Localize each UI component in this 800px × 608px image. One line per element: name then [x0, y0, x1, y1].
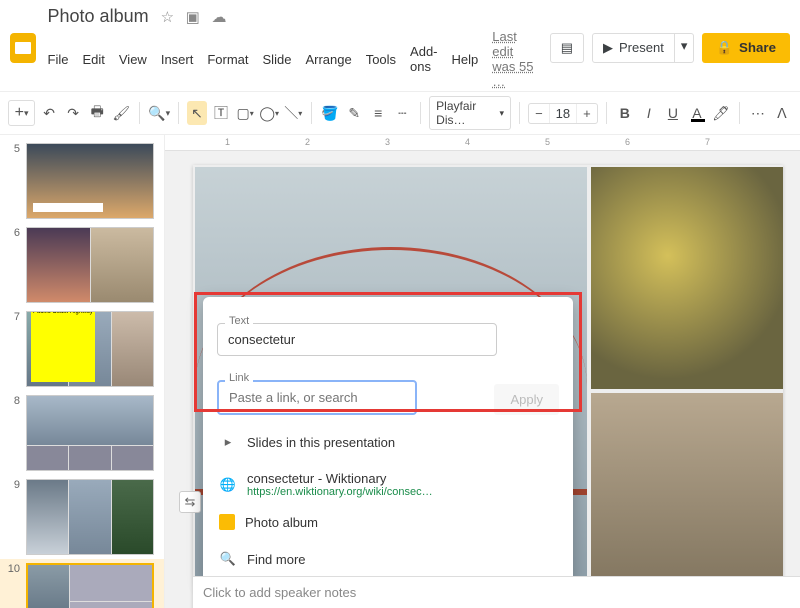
thumb-number: 8	[6, 395, 20, 407]
menu-edit[interactable]: Edit	[82, 52, 104, 67]
star-icon[interactable]: ☆	[161, 9, 174, 26]
bold-button[interactable]: B	[615, 101, 635, 125]
insert-link-dialog: Text Link Apply ▸ Slides in this present…	[203, 297, 573, 582]
present-dropdown[interactable]: ▾	[675, 33, 695, 63]
cloud-icon[interactable]: ☁	[211, 9, 226, 26]
thumb-number: 9	[6, 479, 20, 491]
font-size-value[interactable]: 18	[549, 104, 577, 123]
link-url-input[interactable]	[217, 380, 417, 415]
redo-button[interactable]: ↷	[63, 101, 83, 125]
slides-in-presentation-item[interactable]: ▸ Slides in this presentation	[203, 425, 573, 459]
menu-view[interactable]: View	[119, 52, 147, 67]
comment-icon: ▤	[561, 40, 573, 56]
speaker-notes[interactable]: Click to add speaker notes	[193, 576, 800, 608]
shape-tool[interactable]: ◯▾	[259, 101, 279, 125]
underline-button[interactable]: U	[663, 101, 683, 125]
last-edit-link[interactable]: Last edit was 55 …	[492, 29, 537, 89]
slide-thumb[interactable]	[26, 143, 154, 219]
menu-format[interactable]: Format	[207, 52, 248, 67]
find-more-item[interactable]: 🔍 Find more	[203, 542, 573, 576]
font-select[interactable]: Playfair Dis…▾	[429, 96, 511, 130]
line-tool[interactable]: ＼▾	[283, 101, 303, 125]
slide-thumb[interactable]	[26, 479, 154, 555]
slide-image-topright[interactable]	[591, 167, 783, 389]
text-field-label: Text	[225, 315, 253, 327]
zoom-button[interactable]: 🔍 ▾	[148, 101, 170, 125]
font-size-increase[interactable]: +	[577, 106, 597, 121]
font-size-control[interactable]: − 18 +	[528, 103, 598, 124]
slide-thumb[interactable]	[26, 395, 154, 471]
share-button[interactable]: 🔒Share	[702, 33, 790, 63]
lock-icon: 🔒	[716, 40, 733, 56]
slide-thumb[interactable]: Pacific Coast Highway	[26, 311, 154, 387]
play-icon: ▶	[603, 40, 613, 56]
canvas-area[interactable]: 1 2 3 4 5 6 7 ⇆ Text	[165, 135, 800, 608]
motion-button[interactable]: ⇆	[179, 491, 201, 513]
apply-button[interactable]: Apply	[494, 384, 559, 415]
menu-insert[interactable]: Insert	[161, 52, 194, 67]
link-suggestion-document[interactable]: Photo album	[203, 506, 573, 538]
menu-addons[interactable]: Add-ons	[410, 44, 437, 74]
new-slide-button[interactable]: + ▾	[8, 100, 35, 126]
paint-format-button[interactable]: 🖌	[111, 101, 131, 125]
slide-thumb-selected[interactable]	[26, 563, 154, 608]
select-tool[interactable]: ↖	[187, 101, 207, 125]
slides-file-icon	[219, 514, 235, 530]
slide-filmstrip[interactable]: 5 6 7 Pacific Coast Highway 8 9 10	[0, 135, 165, 608]
move-icon[interactable]: ▣	[186, 9, 200, 26]
document-title[interactable]: Photo album	[48, 6, 149, 27]
print-button[interactable]: 🖶	[87, 101, 107, 125]
image-tool[interactable]: ▢▾	[235, 101, 255, 125]
menu-slide[interactable]: Slide	[263, 52, 292, 67]
more-button[interactable]: ⋯	[748, 101, 768, 125]
link-field-label: Link	[225, 372, 253, 384]
globe-icon: 🌐	[219, 476, 237, 494]
undo-button[interactable]: ↶	[39, 101, 59, 125]
textbox-tool[interactable]: 🅃	[211, 101, 231, 125]
highlight-button[interactable]: 🖊	[711, 101, 731, 125]
thumb-number: 7	[6, 311, 20, 323]
menu-file[interactable]: File	[48, 52, 69, 67]
border-color-button[interactable]: ✎	[344, 101, 364, 125]
link-text-input[interactable]	[217, 323, 497, 356]
slides-logo	[10, 33, 36, 63]
fill-color-button[interactable]: 🪣	[320, 101, 340, 125]
border-dash-button[interactable]: ┄	[392, 101, 412, 125]
thumb-number: 5	[6, 143, 20, 155]
menu-tools[interactable]: Tools	[366, 52, 396, 67]
thumb-number: 10	[6, 563, 20, 575]
slide-thumb[interactable]	[26, 227, 154, 303]
menu-arrange[interactable]: Arrange	[305, 52, 351, 67]
search-icon: 🔍	[219, 550, 237, 568]
menu-help[interactable]: Help	[452, 52, 479, 67]
thumb-number: 6	[6, 227, 20, 239]
collapse-toolbar-button[interactable]: ᐱ	[772, 101, 792, 125]
comments-button[interactable]: ▤	[550, 33, 584, 63]
font-size-decrease[interactable]: −	[529, 106, 549, 121]
chevron-right-icon: ▸	[219, 433, 237, 451]
text-color-button[interactable]: A	[687, 101, 707, 125]
italic-button[interactable]: I	[639, 101, 659, 125]
link-suggestion-wiktionary[interactable]: 🌐 consectetur - Wiktionary https://en.wi…	[203, 463, 573, 506]
horizontal-ruler: 1 2 3 4 5 6 7	[165, 135, 800, 151]
present-button[interactable]: ▶Present	[592, 33, 675, 63]
border-weight-button[interactable]: ≡	[368, 101, 388, 125]
